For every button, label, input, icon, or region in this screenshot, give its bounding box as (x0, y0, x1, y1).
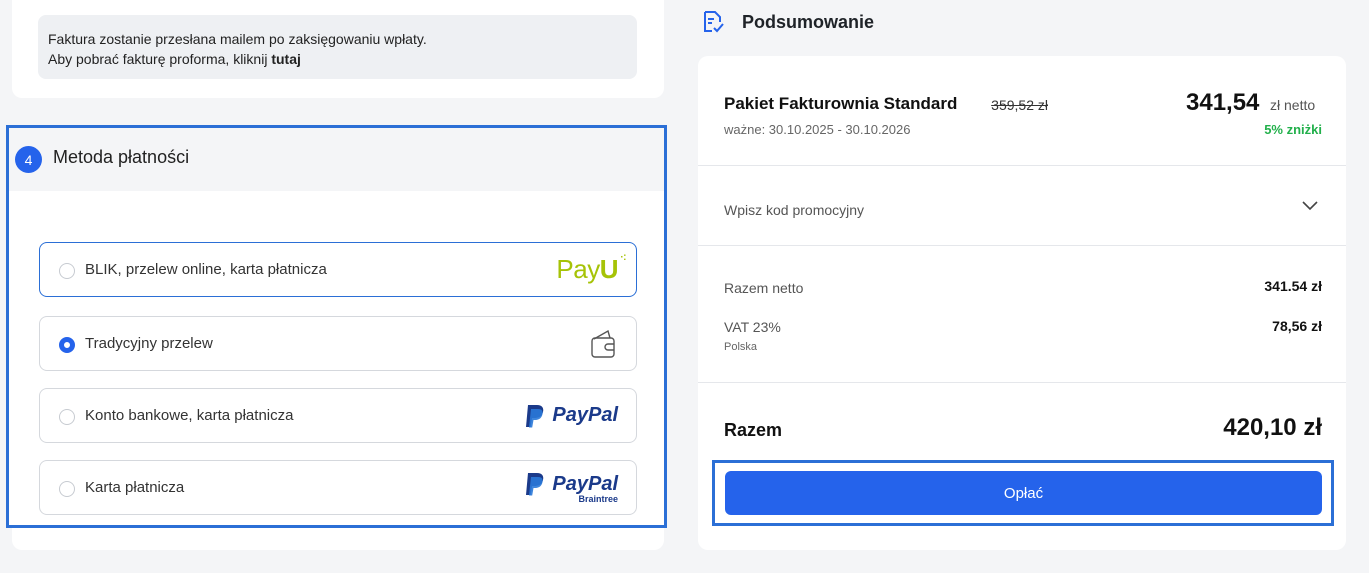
netto-label: zł netto (1270, 97, 1316, 113)
package-name: Pakiet Fakturownia Standard (724, 94, 958, 113)
paypal-logo: PayPal (524, 389, 618, 442)
radio-transfer[interactable] (59, 337, 75, 353)
paypal-braintree-logo: PayPal Braintree (524, 461, 618, 514)
wallet-icon (588, 317, 618, 370)
invoice-info-box: Faktura zostanie przesłana mailem po zak… (38, 15, 637, 79)
pay-button-frame: Opłać (712, 460, 1334, 526)
promo-code-toggle[interactable]: Wpisz kod promocyjny (724, 202, 864, 218)
payment-method-title: Metoda płatności (53, 147, 190, 167)
new-price: 341,54 (1186, 89, 1260, 116)
payment-method-section: 4 Metoda płatności BLIK, przelew online,… (6, 125, 667, 528)
document-check-icon (704, 11, 724, 33)
payment-option-payu[interactable]: BLIK, przelew online, karta płatnicza Pa… (39, 242, 637, 297)
payu-logo: PayU ·: (556, 252, 626, 284)
payment-option-label: Tradycyjny przelew (85, 335, 213, 352)
paypal-p-icon (526, 404, 544, 427)
divider (698, 245, 1346, 246)
proforma-download-link[interactable]: tutaj (271, 51, 301, 67)
old-price: 359,52 zł (991, 97, 1048, 113)
divider (698, 165, 1346, 166)
payment-option-label: BLIK, przelew online, karta płatnicza (85, 261, 327, 278)
total-label: Razem (724, 420, 783, 440)
package-valid-dates: ważne: 30.10.2025 - 30.10.2026 (724, 122, 911, 137)
radio-paypal[interactable] (59, 409, 75, 425)
net-total-value: 341.54 zł (1264, 278, 1322, 294)
payment-card-footer (12, 528, 664, 550)
vat-label: VAT 23% (724, 319, 781, 335)
radio-braintree[interactable] (59, 481, 75, 497)
payment-option-label: Karta płatnicza (85, 479, 185, 496)
summary-header: Podsumowanie (702, 10, 874, 34)
payment-option-transfer[interactable]: Tradycyjny przelew (39, 316, 637, 371)
radio-payu[interactable] (59, 263, 75, 279)
paypal-p-icon (526, 473, 544, 496)
payment-method-header: 4 Metoda płatności (9, 128, 664, 191)
step-badge: 4 (15, 146, 42, 173)
payment-option-paypal[interactable]: Konto bankowe, karta płatnicza PayPal (39, 388, 637, 443)
vat-value: 78,56 zł (1272, 318, 1322, 334)
invoice-info-line2: Aby pobrać fakturę proforma, kliknij tut… (48, 51, 301, 67)
payment-option-label: Konto bankowe, karta płatnicza (85, 407, 294, 424)
invoice-info-line1: Faktura zostanie przesłana mailem po zak… (48, 31, 427, 47)
pay-button[interactable]: Opłać (725, 471, 1322, 515)
divider (698, 382, 1346, 383)
vat-country: Polska (724, 341, 758, 353)
net-total-label: Razem netto (724, 280, 804, 296)
payment-option-braintree[interactable]: Karta płatnicza PayPal Braintree (39, 460, 637, 515)
chevron-down-icon[interactable] (1300, 196, 1320, 216)
summary-title: Podsumowanie (742, 11, 875, 32)
discount-badge: 5% zniżki (1264, 122, 1322, 137)
total-value: 420,10 zł (1223, 414, 1322, 441)
